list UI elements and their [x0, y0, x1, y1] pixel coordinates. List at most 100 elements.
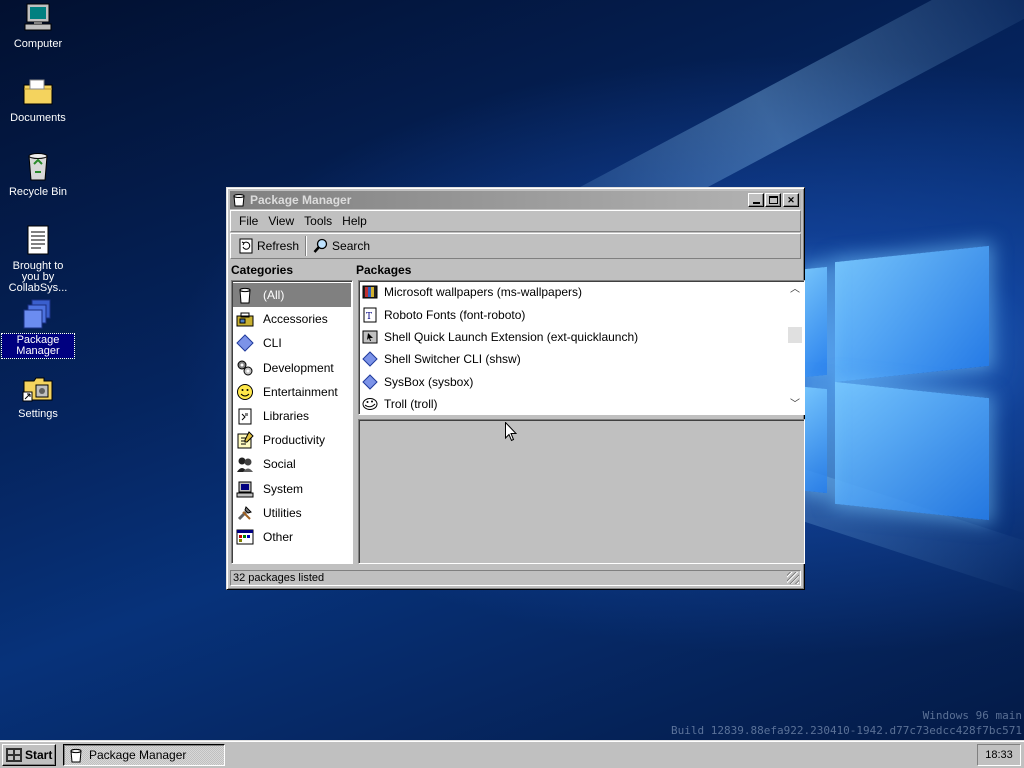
- desktop-icon-label: Settings: [18, 408, 58, 420]
- package-item-ms-wallpapers[interactable]: Microsoft wallpapers (ms-wallpapers): [359, 281, 804, 303]
- start-button[interactable]: Start: [2, 744, 56, 766]
- desktop-icon-brought-to-you[interactable]: Brought to you by CollabSys...: [2, 224, 74, 295]
- build-watermark-line2: Build 12839.88efa922.230410-1942.d77c73e…: [671, 724, 1022, 737]
- category-libraries[interactable]: Libraries: [232, 404, 352, 428]
- recycle-bin-icon: [22, 150, 54, 182]
- menu-view[interactable]: View: [263, 214, 299, 228]
- toolbar-separator: [305, 236, 308, 256]
- taskbar-button-package-manager[interactable]: Package Manager: [63, 744, 225, 766]
- package-list: Microsoft wallpapers (ms-wallpapers) T R…: [358, 280, 805, 415]
- accessories-icon: [236, 310, 254, 328]
- desktop-icon-label: Recycle Bin: [8, 186, 68, 198]
- desktop-icon-label: Documents: [10, 112, 66, 124]
- category-productivity[interactable]: Productivity: [232, 428, 352, 452]
- menu-help[interactable]: Help: [337, 214, 372, 228]
- menu-tools[interactable]: Tools: [299, 214, 337, 228]
- category-development[interactable]: Development: [232, 356, 352, 380]
- cli-diamond-icon: [362, 374, 378, 390]
- category-social[interactable]: Social: [232, 452, 352, 476]
- status-text: 32 packages listed: [233, 572, 325, 584]
- libraries-icon: [236, 407, 254, 425]
- package-label: SysBox (sysbox): [384, 374, 474, 389]
- menu-bar: File View Tools Help: [230, 210, 801, 232]
- refresh-icon: [238, 238, 254, 254]
- category-label: Libraries: [263, 409, 310, 424]
- mouse-cursor-icon: [505, 421, 518, 442]
- package-manager-icon: [22, 298, 54, 330]
- utilities-icon: [236, 504, 254, 522]
- start-logo-icon: [6, 748, 22, 762]
- maximize-button[interactable]: [765, 193, 781, 207]
- package-item-sysbox[interactable]: SysBox (sysbox): [359, 371, 804, 393]
- category-utilities[interactable]: Utilities: [232, 501, 352, 525]
- development-icon: [236, 359, 254, 377]
- category-label: Other: [263, 529, 294, 544]
- category-system[interactable]: System: [232, 477, 352, 501]
- category-label: System: [263, 481, 304, 496]
- category-label: Social: [263, 457, 296, 472]
- extension-icon: [362, 329, 378, 345]
- desktop-icon-computer[interactable]: Computer: [2, 2, 74, 51]
- category-list: (All) Accessories CLI Development Entert…: [231, 280, 353, 564]
- package-item-font-roboto[interactable]: T Roboto Fonts (font-roboto): [359, 303, 804, 325]
- category-label: Accessories: [263, 312, 328, 327]
- package-item-ext-quicklaunch[interactable]: Shell Quick Launch Extension (ext-quickl…: [359, 326, 804, 348]
- cli-diamond-icon: [236, 334, 254, 353]
- desktop-icon-label: Computer: [13, 38, 63, 50]
- category-cli[interactable]: CLI: [232, 331, 352, 355]
- category-label: Utilities: [263, 505, 302, 520]
- title-bar[interactable]: Package Manager ✕: [230, 191, 801, 209]
- packages-header: Packages: [356, 263, 412, 277]
- folder-icon: [22, 76, 54, 108]
- desktop-icon-package-manager[interactable]: Package Manager: [1, 298, 75, 359]
- close-icon: ✕: [787, 194, 795, 205]
- system-tray-clock[interactable]: 18:33: [977, 744, 1021, 766]
- package-icon: [68, 747, 84, 763]
- minimize-icon: [752, 202, 760, 204]
- package-label: Shell Quick Launch Extension (ext-quickl…: [384, 329, 639, 344]
- desktop-icon-label: Package Manager: [1, 333, 75, 359]
- status-bar: 32 packages listed: [230, 570, 801, 586]
- refresh-button[interactable]: Refresh: [234, 235, 303, 257]
- all-icon: [236, 286, 254, 304]
- wallpapers-icon: [362, 284, 378, 300]
- search-icon: [313, 238, 329, 254]
- productivity-icon: [236, 431, 254, 449]
- package-label: Roboto Fonts (font-roboto): [384, 307, 526, 322]
- scroll-down-icon[interactable]: ﹀: [787, 397, 803, 413]
- minimize-button[interactable]: [748, 193, 764, 207]
- desktop-icon-label: Brought to you by CollabSys...: [8, 260, 68, 294]
- toolbar: Refresh Search: [230, 233, 801, 259]
- categories-header: Categories: [231, 263, 294, 277]
- category-all[interactable]: (All): [233, 283, 351, 308]
- scrollbar-thumb[interactable]: [788, 327, 802, 343]
- category-label: Productivity: [263, 433, 326, 448]
- package-icon: [232, 193, 246, 207]
- category-label: (All): [263, 288, 285, 303]
- resize-grip-icon[interactable]: [787, 572, 799, 584]
- desktop-icon-recycle-bin[interactable]: Recycle Bin: [2, 150, 74, 199]
- package-item-shsw[interactable]: Shell Switcher CLI (shsw): [359, 348, 804, 370]
- troll-icon: [362, 396, 378, 412]
- font-icon: T: [362, 307, 378, 323]
- taskbar-button-label: Package Manager: [89, 748, 187, 762]
- search-button[interactable]: Search: [309, 235, 374, 257]
- package-details-pane: [358, 419, 805, 564]
- category-accessories[interactable]: Accessories: [232, 307, 352, 331]
- category-entertainment[interactable]: Entertainment: [232, 380, 352, 404]
- document-icon: [22, 224, 54, 256]
- desktop-icon-settings[interactable]: Settings: [2, 372, 74, 421]
- package-item-troll[interactable]: Troll (troll): [359, 393, 804, 415]
- build-watermark-line1: Windows 96 main: [922, 709, 1022, 722]
- package-list-scrollbar[interactable]: ︿ ﹀: [787, 282, 803, 413]
- package-label: Troll (troll): [384, 397, 438, 412]
- maximize-icon: [768, 196, 778, 204]
- category-other[interactable]: Other: [232, 525, 352, 549]
- refresh-label: Refresh: [257, 239, 300, 253]
- start-label: Start: [25, 748, 53, 762]
- close-button[interactable]: ✕: [783, 193, 799, 207]
- taskbar: Start Package Manager 18:33: [0, 740, 1024, 768]
- menu-file[interactable]: File: [234, 214, 263, 228]
- scroll-up-icon[interactable]: ︿: [787, 282, 803, 298]
- desktop-icon-documents[interactable]: Documents: [2, 76, 74, 125]
